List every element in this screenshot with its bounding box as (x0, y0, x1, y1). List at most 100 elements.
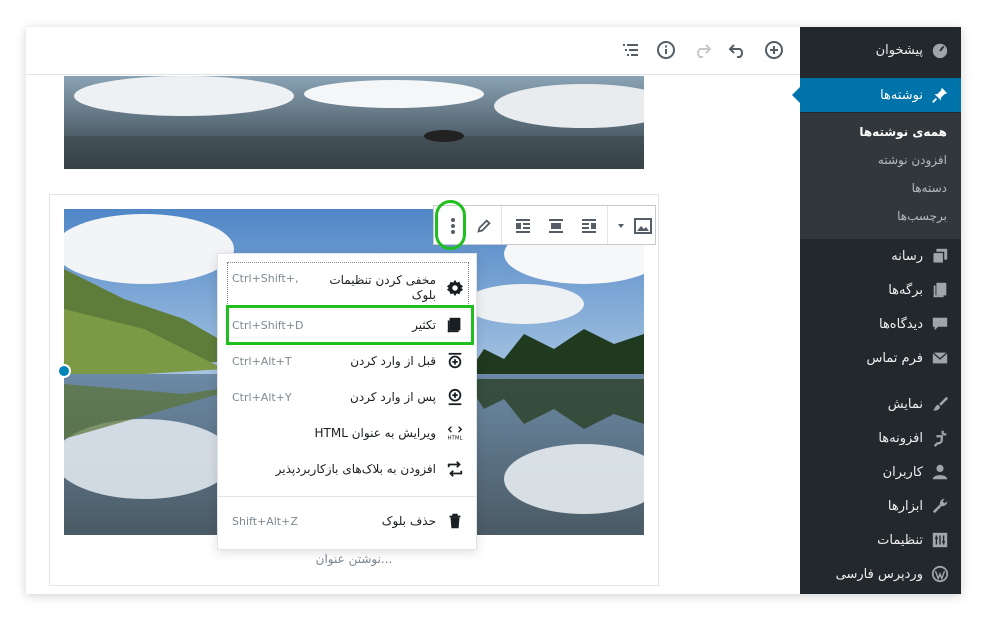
resize-handle-left[interactable] (57, 364, 71, 378)
sidebar-item-media[interactable]: رسانه (800, 239, 961, 273)
wrench-icon (931, 497, 949, 515)
shortcut: Ctrl+Shift+, (232, 272, 299, 285)
menu-item-hide-settings[interactable]: مخفی کردن تنظیمات بلوک Ctrl+Shift+, (218, 268, 476, 308)
highlight-box (226, 305, 474, 345)
user-icon (931, 463, 949, 481)
sidebar-label: پیشخوان (875, 42, 923, 58)
menu-divider (218, 496, 476, 497)
mail-icon (931, 349, 949, 367)
list-view-icon (623, 44, 638, 56)
pages-icon (931, 281, 949, 299)
list-view-button[interactable] (619, 39, 641, 61)
highlight-circle (435, 200, 466, 250)
shortcut: Shift+Alt+Z (232, 514, 298, 528)
menu-item-remove[interactable]: حذف بلوک Shift+Alt+Z (218, 506, 476, 536)
dashboard-icon (931, 41, 949, 59)
plus-circle-icon (765, 41, 783, 59)
pencil-icon (477, 219, 491, 233)
sidebar-label: نوشته‌ها (880, 87, 923, 103)
svg-text:HTML: HTML (448, 435, 463, 441)
align-right-button[interactable] (577, 214, 601, 238)
add-block-button[interactable] (763, 39, 785, 61)
menu-item-insert-after[interactable]: پس از وارد کردن Ctrl+Alt+Y (218, 382, 476, 412)
sidebar-label: نمایش (887, 396, 923, 412)
align-center-icon (549, 219, 563, 233)
submenu-tags[interactable]: برچسب‌ها (897, 209, 947, 223)
sidebar-item-plugins[interactable]: افزونه‌ها (800, 421, 961, 455)
sidebar-item-users[interactable]: کاربران (800, 455, 961, 489)
image-icon (634, 218, 652, 234)
insert-after-icon (446, 388, 464, 406)
editor-content: نوشتن عنوان... مخفی کردن تنظیمات بلوک Ct… (26, 76, 800, 594)
sidebar-label: دیدگاه‌ها (878, 316, 923, 332)
image-block-switcher[interactable] (631, 214, 655, 238)
sidebar-label: تنظیمات (877, 532, 923, 548)
align-left-icon (516, 219, 530, 233)
shortcut: Ctrl+Alt+T (232, 354, 292, 368)
brush-icon (931, 395, 949, 413)
editor-window: نوشتن عنوان... مخفی کردن تنظیمات بلوک Ct… (26, 27, 961, 594)
menu-item-add-reusable[interactable]: افزودن به بلاک‌های بازکاربردپذیر (218, 454, 476, 484)
media-icon (931, 247, 949, 265)
info-icon (657, 41, 675, 59)
sidebar-item-persian-wp[interactable]: وردپرس فارسی (800, 557, 961, 591)
info-button[interactable] (655, 39, 677, 61)
previous-image-block[interactable] (64, 76, 644, 169)
menu-label: ویرایش به عنوان HTML (314, 426, 436, 440)
menu-item-insert-before[interactable]: قبل از وارد کردن Ctrl+Alt+T (218, 346, 476, 376)
divider (607, 206, 608, 244)
posts-submenu: همه‌ی نوشته‌ها افزودن نوشته دسته‌ها برچس… (800, 113, 961, 239)
redo-icon (697, 44, 712, 58)
settings-sliders-icon (931, 531, 949, 549)
sidebar-item-comments[interactable]: دیدگاه‌ها (800, 307, 961, 341)
submenu-all-posts[interactable]: همه‌ی نوشته‌ها (859, 125, 947, 139)
sidebar-label: کاربران (882, 464, 923, 480)
landscape-image (64, 76, 644, 169)
sidebar-item-settings[interactable]: تنظیمات (800, 523, 961, 557)
menu-label: مخفی کردن تنظیمات بلوک (329, 273, 436, 302)
block-settings-menu: مخفی کردن تنظیمات بلوک Ctrl+Shift+, تکثی… (217, 253, 477, 550)
undo-icon (728, 44, 743, 58)
block-toolbar (433, 205, 656, 245)
sidebar-item-posts[interactable]: نوشته‌ها (792, 78, 961, 112)
caret-down-icon (618, 224, 624, 228)
menu-label: قبل از وارد کردن (350, 354, 436, 368)
editor-header (26, 27, 800, 75)
align-right-icon (582, 219, 596, 233)
redo-button[interactable] (691, 39, 713, 61)
trash-icon (446, 512, 464, 530)
switcher-dropdown[interactable] (614, 214, 628, 238)
sidebar-item-contact[interactable]: فرم تماس (800, 341, 961, 375)
menu-label: افزودن به بلاک‌های بازکاربردپذیر (275, 462, 436, 476)
divider (501, 206, 502, 244)
menu-label: حذف بلوک (381, 514, 436, 528)
pin-icon (931, 86, 949, 104)
wordpress-icon (931, 565, 949, 583)
submenu-add-post[interactable]: افزودن نوشته (878, 153, 947, 167)
sidebar-label: فرم تماس (866, 350, 923, 366)
caption-input[interactable]: نوشتن عنوان... (64, 552, 644, 566)
sidebar-label: افزونه‌ها (878, 430, 923, 446)
menu-label: پس از وارد کردن (350, 390, 436, 404)
undo-button[interactable] (727, 39, 749, 61)
menu-item-edit-html[interactable]: HTML ویرایش به عنوان HTML (218, 418, 476, 448)
reusable-icon (446, 460, 464, 478)
sidebar-item-appearance[interactable]: نمایش (800, 387, 961, 421)
admin-sidebar: پیشخوان نوشته‌ها همه‌ی نوشته‌ها افزودن ن… (792, 27, 961, 594)
sidebar-label: وردپرس فارسی (835, 566, 923, 582)
sidebar-item-dashboard[interactable]: پیشخوان (800, 33, 961, 67)
gear-icon (446, 279, 464, 297)
sidebar-label: رسانه (891, 248, 923, 264)
edit-image-button[interactable] (472, 214, 496, 238)
insert-before-icon (446, 352, 464, 370)
sidebar-item-pages[interactable]: برگه‌ها (800, 273, 961, 307)
html-icon: HTML (446, 424, 464, 442)
shortcut: Ctrl+Alt+Y (232, 390, 292, 404)
align-center-button[interactable] (544, 214, 568, 238)
plugin-icon (931, 429, 949, 447)
align-left-button[interactable] (511, 214, 535, 238)
sidebar-item-tools[interactable]: ابزارها (800, 489, 961, 523)
sidebar-label: برگه‌ها (888, 282, 923, 298)
sidebar-label: ابزارها (887, 498, 923, 514)
submenu-categories[interactable]: دسته‌ها (912, 181, 947, 195)
